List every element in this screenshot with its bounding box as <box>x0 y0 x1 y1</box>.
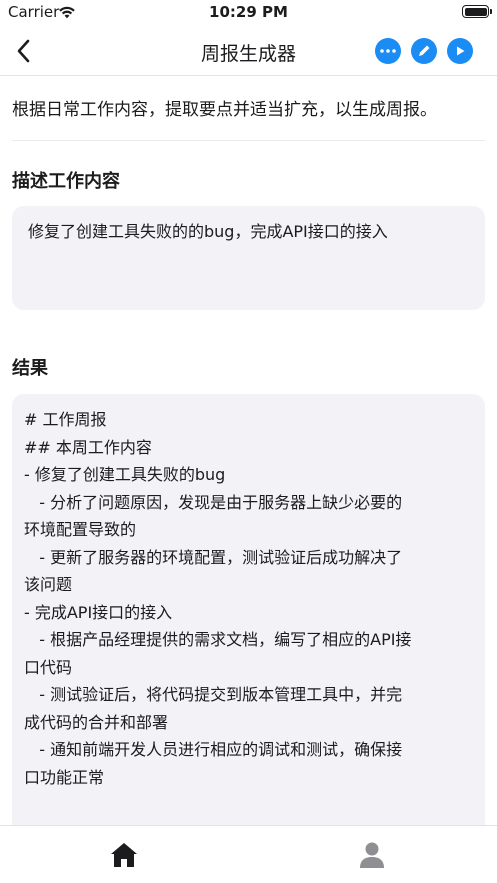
navigation-bar: 周报生成器 <box>0 26 497 76</box>
input-section-title: 描述工作内容 <box>12 171 120 192</box>
result-line: - 修复了创建工具失败的bug <box>24 465 226 484</box>
result-line: 该问题 <box>24 575 73 594</box>
result-line: 成代码的合并和部署 <box>24 712 169 732</box>
result-line: - 测试验证后，将代码提交到版本管理工具中，并完 <box>24 685 403 704</box>
nav-actions <box>375 38 473 64</box>
tab-profile[interactable] <box>357 840 387 870</box>
result-section-title: 结果 <box>12 358 48 379</box>
clock: 10:29 PM <box>209 3 288 21</box>
result-line: - 完成API接口的接入 <box>24 602 173 622</box>
more-icon <box>380 49 396 53</box>
result-line: - 通知前端开发人员进行相应的调试和测试，确保接 <box>24 740 403 759</box>
divider <box>12 140 485 141</box>
more-button[interactable] <box>375 38 401 64</box>
profile-icon <box>360 842 384 868</box>
home-icon <box>111 843 137 867</box>
work-description-input[interactable]: 修复了创建工具失败的的bug，完成API接口的接入 <box>12 206 485 310</box>
edit-button[interactable] <box>411 38 437 64</box>
battery-icon <box>462 5 492 18</box>
result-line: - 根据产品经理提供的需求文档，编写了相应的API接 <box>24 630 412 649</box>
result-line: ## 本周工作内容 <box>24 437 152 457</box>
result-output[interactable]: # 工作周报 ## 本周工作内容 - 修复了创建工具失败的bug - 分析了问题… <box>12 394 485 825</box>
result-line: - 更新了服务器的环境配置，测试验证后成功解决了 <box>24 547 403 567</box>
intro-text: 根据日常工作内容，提取要点并适当扩充，以生成周报。 <box>12 100 437 120</box>
main-content: 根据日常工作内容，提取要点并适当扩充，以生成周报。 描述工作内容 修复了创建工具… <box>0 77 497 825</box>
status-bar: Carrier 10:29 PM <box>0 0 497 26</box>
play-icon <box>457 46 465 56</box>
result-line: - 分析了问题原因，发现是由于服务器上缺少必要的 <box>24 492 403 512</box>
tab-home[interactable] <box>109 840 139 870</box>
edit-icon <box>419 45 430 56</box>
result-line: 环境配置导致的 <box>24 520 137 539</box>
result-line: 口代码 <box>24 657 73 677</box>
result-line: # 工作周报 <box>24 410 107 429</box>
run-button[interactable] <box>447 38 473 64</box>
result-line: 口功能正常 <box>24 767 105 787</box>
tab-bar <box>0 825 497 883</box>
